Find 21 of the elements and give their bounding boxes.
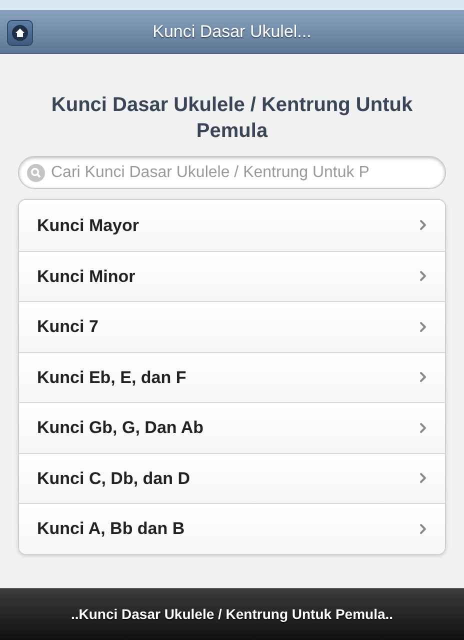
item-label: Kunci C, Db, dan D (37, 468, 190, 490)
home-button[interactable] (7, 20, 33, 46)
item-label: Kunci Eb, E, dan F (37, 366, 186, 388)
item-label: Kunci 7 (37, 316, 98, 338)
footer-text: ..Kunci Dasar Ukulele / Kentrung Untuk Pemula.. (70, 605, 394, 624)
list-item[interactable]: Kunci A, Bb dan B (19, 503, 445, 554)
list-item[interactable]: Kunci Mayor (19, 200, 445, 250)
item-label: Kunci A, Bb dan B (37, 518, 185, 540)
list-item[interactable]: Kunci Gb, G, Dan Ab (19, 402, 445, 452)
list-item[interactable]: Kunci Minor (19, 250, 445, 301)
item-label: Kunci Mayor (37, 214, 140, 236)
list-item[interactable]: Kunci 7 (19, 301, 445, 352)
search-field[interactable]: Cari Kunci Dasar Ukulele / Kentrung Untuk P (18, 156, 446, 189)
header-title: Kunci Dasar Ukulel... (152, 20, 312, 43)
list-item[interactable]: Kunci Eb, E, dan F (19, 352, 445, 402)
home-icon (12, 25, 28, 41)
page-heading: Kunci Dasar Ukulele / Kentrung Untuk Pemula (50, 93, 414, 144)
list-item[interactable]: Kunci C, Db, dan D (19, 452, 445, 503)
item-label: Kunci Minor (37, 266, 136, 288)
search-icon (27, 164, 45, 182)
item-label: Kunci Gb, G, Dan Ab (37, 417, 204, 439)
